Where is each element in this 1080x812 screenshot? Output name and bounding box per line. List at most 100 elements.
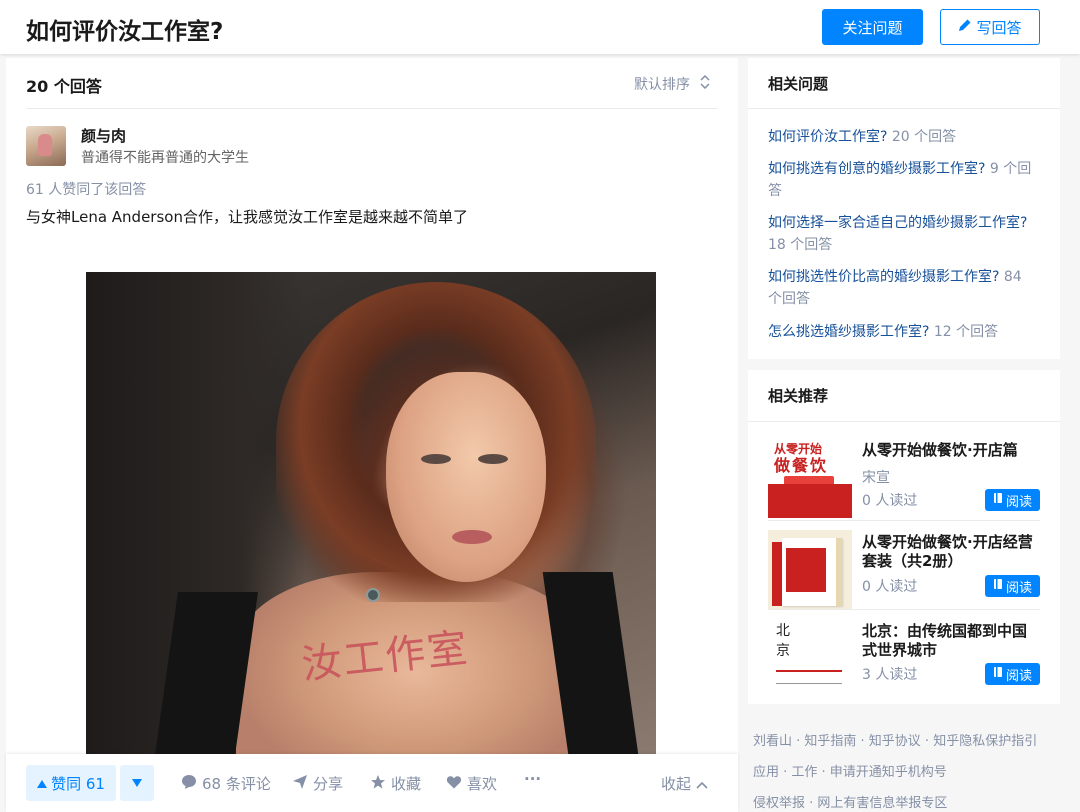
related-question-count: 18 个回答 [768,237,833,253]
book-cover-text: 北 [776,623,790,639]
read-label: 阅读 [1005,580,1032,596]
star-icon [370,774,386,794]
related-question-text: 如何选择一家合适自己的婚纱摄影工作室? [768,215,1028,231]
book-cover-band [768,484,852,518]
related-questions-title: 相关问题 [768,75,829,93]
photo-eye [421,454,451,464]
book-item[interactable]: 从零开始 做餐饮 从零开始做餐饮·开店篇 宋宣 0 人读过 阅读 [768,438,1040,518]
answer-text: 与女神Lena Anderson合作，让我感觉汝工作室是越来越不简单了 [26,208,468,226]
collect-label: 收藏 [391,775,422,793]
divider [748,421,1060,422]
question-header: 如何评价汝工作室? 关注问题 写回答 [0,0,1080,54]
upvote-count-text[interactable]: 61 人赞同了该回答 [26,179,146,199]
answer-card: 20 个回答 默认排序 颜与肉 普通得不能再普通的大学生 61 人赞同了该回答 … [6,58,738,812]
book-reads: 0 人读过 [862,493,918,509]
sidebar-footer: 刘看山 · 知乎指南 · 知乎协议 · 知乎隐私保护指引 应用 · 工作 · 申… [753,726,1073,812]
answer-action-bar: 赞同 61 68 条评论 分享 收藏 喜欢 ··· 收起 [6,754,738,812]
book-cover[interactable]: 北 京 [768,618,852,698]
book-title[interactable]: 从零开始做餐饮·开店篇 [862,441,1040,460]
comments-button[interactable]: 68 条评论 [181,773,271,794]
more-label: ··· [524,770,542,788]
share-button[interactable]: 分享 [292,773,343,794]
sort-dropdown[interactable]: 默认排序 [634,74,710,94]
answer-photo[interactable]: 汝工作室 [86,272,656,756]
collect-button[interactable]: 收藏 [370,773,421,794]
photo-lips [452,530,492,544]
book-title[interactable]: 从零开始做餐饮·开店经营套装（共2册） [862,533,1040,571]
book-cover-text: 做餐饮 [774,456,829,475]
footer-links-line[interactable]: 侵权举报 · 网上有害信息举报专区 [753,788,1073,812]
upvote-button[interactable]: 赞同 61 [26,765,116,801]
related-recommend-card: 相关推荐 从零开始 做餐饮 从零开始做餐饮·开店篇 宋宣 0 人读过 阅读 从零… [748,370,1060,704]
answer-author: 颜与肉 普通得不能再普通的大学生 [26,126,626,168]
answers-header: 20 个回答 默认排序 [26,58,718,109]
downvote-button[interactable] [120,765,154,801]
answer-count: 20 个回答 [26,77,102,96]
question-title: 如何评价汝工作室? [26,19,224,45]
book-title[interactable]: 北京：由传统国都到中国式世界城市 [862,622,1040,660]
follow-question-label: 关注问题 [842,18,903,37]
author-bio: 普通得不能再普通的大学生 [81,150,249,166]
divider [768,609,1040,610]
book-cover-lines [776,670,842,684]
sort-arrows-icon [700,74,710,93]
like-button[interactable]: 喜欢 [446,773,497,794]
footer-links-line[interactable]: 应用 · 工作 · 申请开通知乎机构号 [753,757,1073,788]
book-cover[interactable] [768,530,852,610]
avatar[interactable] [26,126,66,166]
sort-label: 默认排序 [634,77,690,93]
related-question-count: 20 个回答 [891,129,957,145]
collapse-label: 收起 [661,775,692,793]
book-cover-text: 京 [776,643,790,659]
related-question-text: 怎么挑选婚纱摄影工作室? [768,324,930,340]
book-item[interactable]: 北 京 北京：由传统国都到中国式世界城市 3 人读过 阅读 [768,618,1040,698]
read-button[interactable]: 阅读 [985,663,1040,685]
related-questions-card: 相关问题 如何评价汝工作室? 20 个回答 如何挑选有创意的婚纱摄影工作室? 9… [748,58,1060,359]
related-question-item[interactable]: 如何挑选性价比高的婚纱摄影工作室? 84 个回答 [768,266,1038,310]
upvote-label: 赞同 61 [51,774,105,793]
author-name[interactable]: 颜与肉 [81,125,126,146]
book-reads: 3 人读过 [862,667,918,683]
related-question-item[interactable]: 如何评价汝工作室? 20 个回答 [768,126,1038,148]
triangle-down-icon [132,776,142,791]
pencil-icon [958,18,972,36]
related-question-text: 如何挑选有创意的婚纱摄影工作室? [768,161,986,177]
photo-eye [478,454,508,464]
divider [748,108,1060,109]
triangle-up-icon [37,774,48,792]
related-question-text: 如何评价汝工作室? [768,129,888,145]
comments-label: 68 条评论 [202,775,271,793]
heart-icon [446,774,462,794]
chevron-up-icon [696,775,708,793]
read-button[interactable]: 阅读 [985,489,1040,511]
like-label: 喜欢 [467,775,498,793]
read-label: 阅读 [1005,494,1032,510]
collapse-button[interactable]: 收起 [661,773,708,794]
book-cover[interactable]: 从零开始 做餐饮 [768,438,852,518]
write-answer-button[interactable]: 写回答 [940,9,1040,45]
related-question-item[interactable]: 怎么挑选婚纱摄影工作室? 12 个回答 [768,321,1038,343]
book-icon [993,666,1003,682]
related-question-item[interactable]: 如何选择一家合适自己的婚纱摄影工作室? 18 个回答 [768,212,1038,256]
related-question-count: 12 个回答 [933,324,999,340]
share-label: 分享 [313,775,344,793]
book-cover-band [786,548,826,592]
photo-pendant [366,588,380,602]
paper-plane-icon [292,774,308,794]
book-author: 宋宣 [862,470,890,486]
book-reads: 0 人读过 [862,579,918,595]
book-item[interactable]: 从零开始做餐饮·开店经营套装（共2册） 0 人读过 阅读 [768,530,1040,610]
book-icon [993,578,1003,594]
more-button[interactable]: ··· [524,770,541,788]
photo-face [386,372,546,582]
write-answer-label: 写回答 [976,18,1022,37]
comment-icon [181,774,197,794]
read-button[interactable]: 阅读 [985,575,1040,597]
related-recommend-title: 相关推荐 [768,387,829,405]
divider [768,520,1040,521]
follow-question-button[interactable]: 关注问题 [822,9,923,45]
related-question-item[interactable]: 如何挑选有创意的婚纱摄影工作室? 9 个回答 [768,158,1038,202]
footer-links-line[interactable]: 刘看山 · 知乎指南 · 知乎协议 · 知乎隐私保护指引 [753,726,1073,757]
book-icon [993,492,1003,508]
related-question-text: 如何挑选性价比高的婚纱摄影工作室? [768,269,1000,285]
